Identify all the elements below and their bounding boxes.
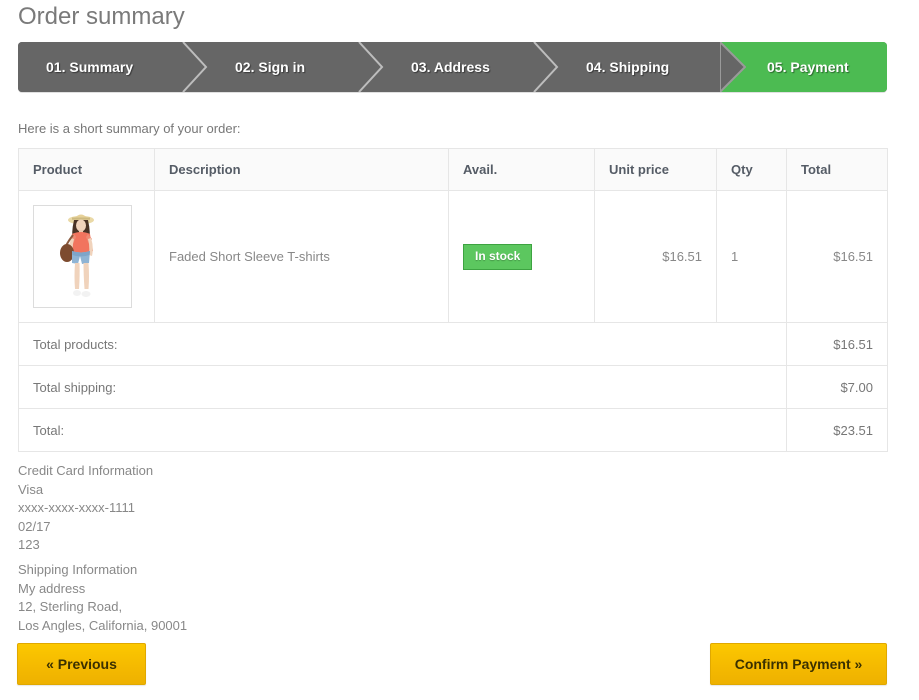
step-chevron-icon	[358, 42, 384, 92]
step-04-label: 04. Shipping	[586, 59, 670, 75]
confirm-payment-button[interactable]: Confirm Payment »	[710, 643, 887, 685]
column-header-description: Description	[154, 148, 449, 191]
checkout-steps-breadcrumb: 01. Summary 02. Sign in 03. Address 04. …	[18, 42, 887, 92]
status-badge-in-stock: In stock	[463, 243, 533, 270]
column-header-product: Product	[18, 148, 155, 191]
shipping-address-street: 12, Sterling Road,	[18, 599, 123, 614]
shipping-address-city: Los Angles, California, 90001	[18, 617, 188, 633]
grand-total-label: Total:	[18, 408, 787, 452]
credit-card-heading: Credit Card Information	[18, 463, 154, 478]
cell-product-image	[18, 190, 155, 323]
table-row: Faded Short Sleeve T-shirts In stock $16…	[18, 190, 888, 323]
column-header-qty: Qty	[716, 148, 787, 191]
cell-availability: In stock	[448, 190, 595, 323]
total-shipping-value: $7.00	[786, 365, 888, 409]
product-photo-woman-tshirt	[34, 206, 129, 305]
page-title: Order summary	[18, 3, 185, 30]
column-header-avail: Avail.	[448, 148, 595, 191]
totals-row-shipping: Total shipping: $7.00	[18, 365, 888, 409]
order-summary-table: Product Description Avail. Unit price Qt…	[18, 148, 888, 452]
total-shipping-label: Total shipping:	[18, 365, 787, 409]
step-02-label: 02. Sign in	[235, 59, 306, 75]
cell-unit-price: $16.51	[594, 190, 717, 323]
grand-total-value: $23.51	[786, 408, 888, 452]
step-03-label: 03. Address	[411, 59, 490, 75]
shipping-address-alias: My address	[18, 580, 86, 596]
total-products-label: Total products:	[18, 322, 787, 366]
step-01-summary[interactable]: 01. Summary	[18, 42, 208, 92]
credit-card-expiry: 02/17	[18, 518, 51, 534]
cell-quantity: 1	[716, 190, 787, 323]
total-products-value: $16.51	[786, 322, 888, 366]
table-header: Product Description Avail. Unit price Qt…	[18, 148, 888, 191]
credit-card-brand: Visa	[18, 481, 44, 497]
previous-button[interactable]: « Previous	[17, 643, 146, 685]
step-04-shipping[interactable]: 04. Shipping	[558, 42, 746, 92]
step-02-sign-in[interactable]: 02. Sign in	[207, 42, 384, 92]
step-03-address[interactable]: 03. Address	[383, 42, 559, 92]
totals-row-grand-total: Total: $23.51	[18, 408, 888, 452]
cell-product-description: Faded Short Sleeve T-shirts	[154, 190, 449, 323]
step-chevron-icon	[182, 42, 208, 92]
credit-card-information: Credit Card Information Visa xxxx-xxxx-x…	[18, 462, 153, 555]
credit-card-cvv: 123	[18, 537, 40, 552]
order-summary-intro: Here is a short summary of your order:	[18, 121, 241, 136]
step-05-payment[interactable]: 05. Payment	[721, 42, 887, 92]
shipping-information: Shipping Information My address 12, Ster…	[18, 561, 187, 635]
column-header-unit-price: Unit price	[594, 148, 717, 191]
step-05-label: 05. Payment	[767, 59, 849, 75]
cell-row-total: $16.51	[786, 190, 888, 323]
step-01-label: 01. Summary	[46, 59, 134, 75]
step-chevron-icon	[533, 42, 559, 92]
totals-row-products: Total products: $16.51	[18, 322, 888, 366]
shipping-heading: Shipping Information	[18, 562, 138, 577]
product-thumbnail[interactable]	[33, 205, 132, 308]
column-header-total: Total	[786, 148, 888, 191]
table-header-row: Product Description Avail. Unit price Qt…	[18, 148, 888, 191]
credit-card-number: xxxx-xxxx-xxxx-1111	[18, 500, 136, 515]
